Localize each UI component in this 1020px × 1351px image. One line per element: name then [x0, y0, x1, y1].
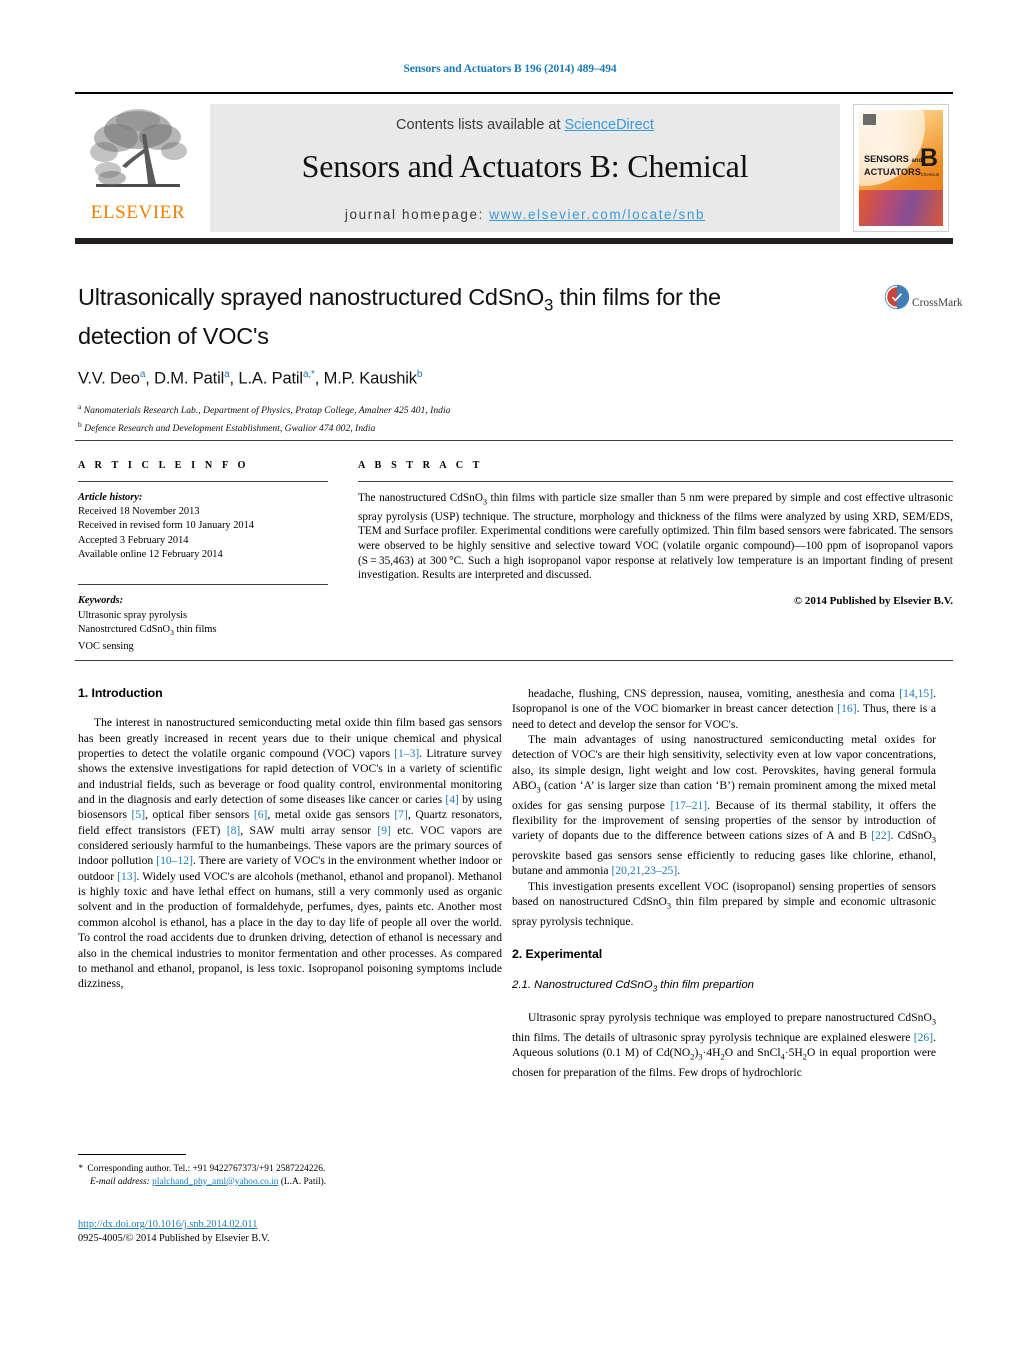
contents-prefix: Contents lists available at — [396, 117, 565, 133]
cover-elsevier-mark-icon — [863, 114, 876, 125]
doi-block: http://dx.doi.org/10.1016/j.snb.2014.02.… — [78, 1218, 508, 1245]
article-info-section: A R T I C L E I N F O Article history: R… — [78, 460, 328, 655]
elsevier-wordmark: ELSEVIER — [90, 202, 186, 223]
author-list: V.V. Deoa, D.M. Patila, L.A. Patila,*, M… — [78, 368, 423, 388]
doi-link[interactable]: http://dx.doi.org/10.1016/j.snb.2014.02.… — [78, 1219, 257, 1230]
info-bottom-rule — [75, 660, 953, 661]
abstract-rule — [358, 481, 953, 482]
affiliation-list: a Nanomaterials Research Lab., Departmen… — [78, 400, 778, 435]
email-suffix: (L.A. Patil). — [280, 1176, 327, 1187]
cover-artwork: SENSORS and ACTUATORS B Chemical — [859, 110, 943, 226]
article-info-rule — [78, 481, 328, 482]
masthead-top-rule — [75, 92, 953, 94]
keywords-list: Keywords: Ultrasonic spray pyrolysis Nan… — [78, 594, 328, 654]
email-link[interactable]: plalchand_phy_aml@yahoo.co.in — [152, 1177, 278, 1187]
homepage-prefix: journal homepage: — [344, 207, 490, 222]
crossmark-icon — [884, 284, 910, 310]
journal-homepage-link[interactable]: www.elsevier.com/locate/snb — [489, 207, 705, 222]
email-line: E-mail address: plalchand_phy_aml@yahoo.… — [78, 1176, 508, 1189]
masthead-bottom-rule — [75, 238, 953, 244]
elsevier-logo: ELSEVIER — [79, 104, 197, 232]
abstract-text: The nanostructured CdSnO3 thin films wit… — [358, 491, 953, 582]
running-head: Sensors and Actuators B 196 (2014) 489–4… — [403, 63, 617, 75]
journal-homepage-line: journal homepage: www.elsevier.com/locat… — [210, 207, 840, 222]
history-item: Received in revised form 10 January 2014 — [78, 520, 255, 532]
crossmark-badge[interactable]: CrossMark — [884, 284, 963, 330]
footnote-rule — [78, 1154, 186, 1156]
affiliation-a-marker: a — [78, 402, 82, 412]
issn-copyright-line: 0925-4005/© 2014 Published by Elsevier B… — [78, 1232, 270, 1244]
paragraph: The interest in nanostructured semicondu… — [78, 716, 503, 991]
article-info-heading: A R T I C L E I N F O — [78, 460, 250, 471]
corresponding-author-line: * Corresponding author. Tel.: +91 942276… — [78, 1164, 326, 1174]
affiliation-b: b Defence Research and Development Estab… — [78, 418, 778, 436]
affiliation-a-text: Nanomaterials Research Lab., Department … — [83, 405, 451, 417]
cover-series-subtitle: Chemical — [920, 172, 939, 177]
section-heading-introduction: 1. Introduction — [78, 686, 163, 700]
contents-box: Contents lists available at ScienceDirec… — [210, 104, 840, 232]
page-title: Ultrasonically sprayed nanostructured Cd… — [78, 284, 721, 349]
history-item: Available online 12 February 2014 — [78, 549, 223, 561]
abstract-copyright: © 2014 Published by Elsevier B.V. — [793, 594, 953, 607]
abstract-heading: A B S T R A C T — [358, 460, 484, 471]
paragraph: The main advantages of using nanostructu… — [512, 733, 936, 878]
history-item: Received 18 November 2013 — [78, 506, 200, 518]
affiliation-b-text: Defence Research and Development Establi… — [84, 423, 376, 435]
crossmark-label: CrossMark — [912, 297, 963, 309]
title-block: Ultrasonically sprayed nanostructured Cd… — [78, 282, 778, 436]
cover-line2: ACTUATORS — [864, 167, 921, 177]
paragraph: This investigation presents excellent VO… — [512, 879, 936, 928]
info-top-rule — [75, 440, 953, 441]
article-history-label: Article history: — [78, 491, 143, 503]
body-column-right: headache, flushing, CNS depression, naus… — [512, 686, 936, 1080]
corresponding-author-note: * Corresponding author. Tel.: +91 942276… — [78, 1163, 508, 1188]
affiliation-b-marker: b — [78, 419, 82, 429]
journal-masthead: ELSEVIER Contents lists available at Sci… — [75, 92, 953, 244]
keyword-item: Nanostrctured CdSnO3 thin films — [78, 623, 217, 637]
keywords-rule — [78, 584, 328, 586]
cover-title-text: SENSORS and ACTUATORS — [864, 154, 922, 178]
article-history: Article history: Received 18 November 20… — [78, 491, 328, 562]
article-page: Sensors and Actuators B 196 (2014) 489–4… — [0, 0, 1020, 1351]
keyword-item: Ultrasonic spray pyrolysis — [78, 609, 188, 621]
cover-line1: SENSORS — [864, 154, 909, 164]
keywords-label: Keywords: — [78, 595, 124, 607]
elsevier-tree-icon — [90, 109, 187, 187]
cover-series-letter: B — [919, 144, 938, 172]
body-column-left: 1. Introduction The interest in nanostru… — [78, 686, 502, 992]
subsection-heading-film-preparation: 2.1. Nanostructured CdSnO3 thin film pre… — [512, 979, 754, 994]
paragraph: Ultrasonic spray pyrolysis technique was… — [512, 1011, 936, 1079]
abstract-section: A B S T R A C T The nanostructured CdSnO… — [358, 460, 953, 607]
paragraph: headache, flushing, CNS depression, naus… — [512, 687, 937, 731]
journal-title: Sensors and Actuators B: Chemical — [301, 148, 749, 184]
cover-bottom-gradient — [859, 190, 943, 226]
history-item: Accepted 3 February 2014 — [78, 534, 189, 546]
sciencedirect-link[interactable]: ScienceDirect — [565, 117, 654, 133]
journal-cover-thumbnail[interactable]: SENSORS and ACTUATORS B Chemical — [853, 104, 949, 232]
section-heading-experimental: 2. Experimental — [512, 947, 603, 962]
contents-available-line: Contents lists available at ScienceDirec… — [210, 104, 840, 133]
keyword-item: VOC sensing — [78, 641, 134, 653]
email-label: E-mail address: — [90, 1176, 150, 1187]
affiliation-a: a Nanomaterials Research Lab., Departmen… — [78, 400, 778, 418]
